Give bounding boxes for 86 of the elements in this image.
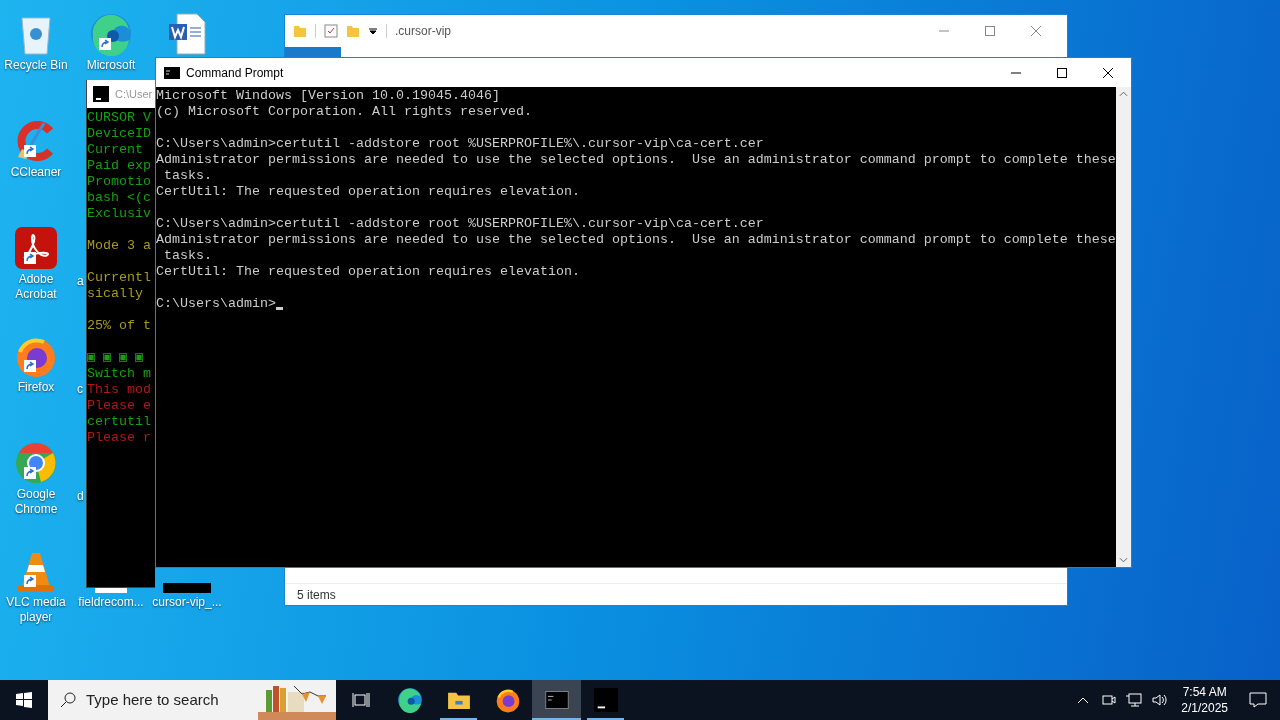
status-text: 5 items	[297, 586, 336, 604]
scroll-up-icon	[1118, 91, 1128, 97]
chat-bubble-icon	[1249, 692, 1267, 708]
edge-icon	[89, 12, 133, 56]
console-line: This mod	[87, 382, 151, 398]
shortcut-arrow-icon	[24, 360, 36, 372]
maximize-icon	[985, 26, 995, 36]
console-line: Mode 3 a	[87, 238, 151, 254]
terminal-icon	[544, 691, 569, 709]
acrobat-icon	[14, 226, 58, 270]
desktop-icon-label[interactable]: a	[77, 274, 84, 289]
console-line: bash <(c	[87, 190, 151, 206]
shortcut-arrow-icon	[24, 467, 36, 479]
windows-logo-icon	[16, 692, 32, 708]
folder-icon	[293, 24, 307, 38]
desktop-icon-label[interactable]: Microsoft	[86, 58, 136, 73]
desktop-icon-label[interactable]: CCleaner	[10, 165, 62, 180]
console-line: Exclusiv	[87, 206, 151, 222]
maximize-icon	[1057, 67, 1067, 78]
console-line: Paid exp	[87, 158, 151, 174]
console-line: sically	[87, 286, 143, 302]
console-line: Currentl	[87, 270, 151, 286]
volume-icon[interactable]	[1151, 692, 1170, 708]
running-indicator	[587, 718, 624, 720]
properties-icon	[324, 24, 338, 38]
window-title: Command Prompt	[186, 64, 284, 82]
window-title: .cursor-vip	[395, 23, 451, 40]
desktop-icon-label[interactable]: d	[77, 489, 84, 504]
console-line: (c) Microsoft Corporation. All rights reserved.	[156, 104, 532, 120]
desktop-icon-label[interactable]: c	[77, 382, 83, 397]
console-line: Administrator permissions are needed to use the selected options. Use an administrator command prompt to complete these	[156, 232, 1116, 248]
running-indicator	[440, 718, 477, 720]
camera-icon[interactable]	[1101, 692, 1118, 708]
console-line: C:\Users\admin>	[156, 296, 276, 312]
shortcut-arrow-icon	[24, 575, 36, 587]
console-line: Please r	[87, 430, 151, 446]
console-line: Microsoft Windows [Version 10.0.19045.4046]	[156, 88, 500, 104]
firefox-icon	[494, 687, 521, 713]
scrollbar[interactable]	[1115, 87, 1131, 567]
console-line: Switch m	[87, 366, 151, 382]
shortcut-arrow-icon	[99, 38, 111, 50]
running-indicator	[532, 718, 581, 720]
terminal-icon	[164, 66, 180, 79]
console-line: CURSOR V	[87, 110, 151, 126]
network-icon[interactable]	[1125, 692, 1144, 708]
console-line: tasks.	[163, 248, 212, 264]
folder-icon	[346, 24, 360, 38]
search-icon	[60, 692, 76, 708]
console-line: Current	[87, 142, 143, 158]
close-icon	[1031, 26, 1041, 36]
console-line: DeviceID	[87, 126, 151, 142]
dropdown-icon	[368, 26, 378, 36]
clock-date: 2/1/2025	[1181, 700, 1228, 716]
console-line: C:\Users\admin>certutil -addstore root %USERPROFILE%\.cursor-vip\ca-cert.cer	[156, 216, 764, 232]
console-line: CertUtil: The requested operation requires elevation.	[156, 184, 580, 200]
console-line: C:\Users\admin>certutil -addstore root %USERPROFILE%\.cursor-vip\ca-cert.cer	[156, 136, 764, 152]
search-field[interactable]: Type here to search	[48, 680, 336, 720]
window-title: C:\User	[115, 86, 153, 102]
console-line: tasks.	[163, 168, 212, 184]
shortcut-arrow-icon	[24, 252, 36, 264]
scroll-down-icon	[1118, 557, 1128, 563]
chevron-up-icon[interactable]	[1077, 696, 1090, 704]
taskbar-app-button[interactable]	[532, 680, 581, 720]
console-line: Please e	[87, 398, 151, 414]
desktop-icon-label[interactable]: cursor-vip_...	[152, 595, 222, 610]
edge-icon	[396, 687, 423, 713]
task-view-icon	[350, 690, 371, 710]
console-line: CertUtil: The requested operation requires elevation.	[156, 264, 580, 280]
desktop-icon-label[interactable]: VLC media player	[0, 595, 73, 625]
console-line: 25% of t	[87, 318, 151, 334]
search-placeholder: Type here to search	[86, 689, 219, 710]
shortcut-arrow-icon	[24, 145, 36, 157]
close-icon	[1103, 67, 1113, 78]
desktop-icon-label[interactable]: Google Chrome	[0, 487, 73, 517]
console-line: Promotio	[87, 174, 151, 190]
clock[interactable]: 7:54 AM 2/1/2025	[1181, 684, 1228, 716]
desktop-icon-label[interactable]: fieldrecom...	[78, 595, 144, 610]
desktop-icon-label[interactable]: Recycle Bin	[4, 58, 68, 73]
clock-time: 7:54 AM	[1182, 684, 1227, 700]
console-line: certutil	[87, 414, 151, 430]
desktop-icon-label[interactable]: Adobe Acrobat	[0, 272, 73, 302]
folder-icon	[446, 690, 471, 710]
desktop-icon-label[interactable]: Firefox	[17, 380, 55, 395]
console-line: Administrator permissions are needed to use the selected options. Use an administrator command prompt to complete these	[156, 152, 1116, 168]
chrome-icon	[14, 441, 58, 485]
console-line: ▣ ▣ ▣ ▣	[87, 350, 144, 366]
